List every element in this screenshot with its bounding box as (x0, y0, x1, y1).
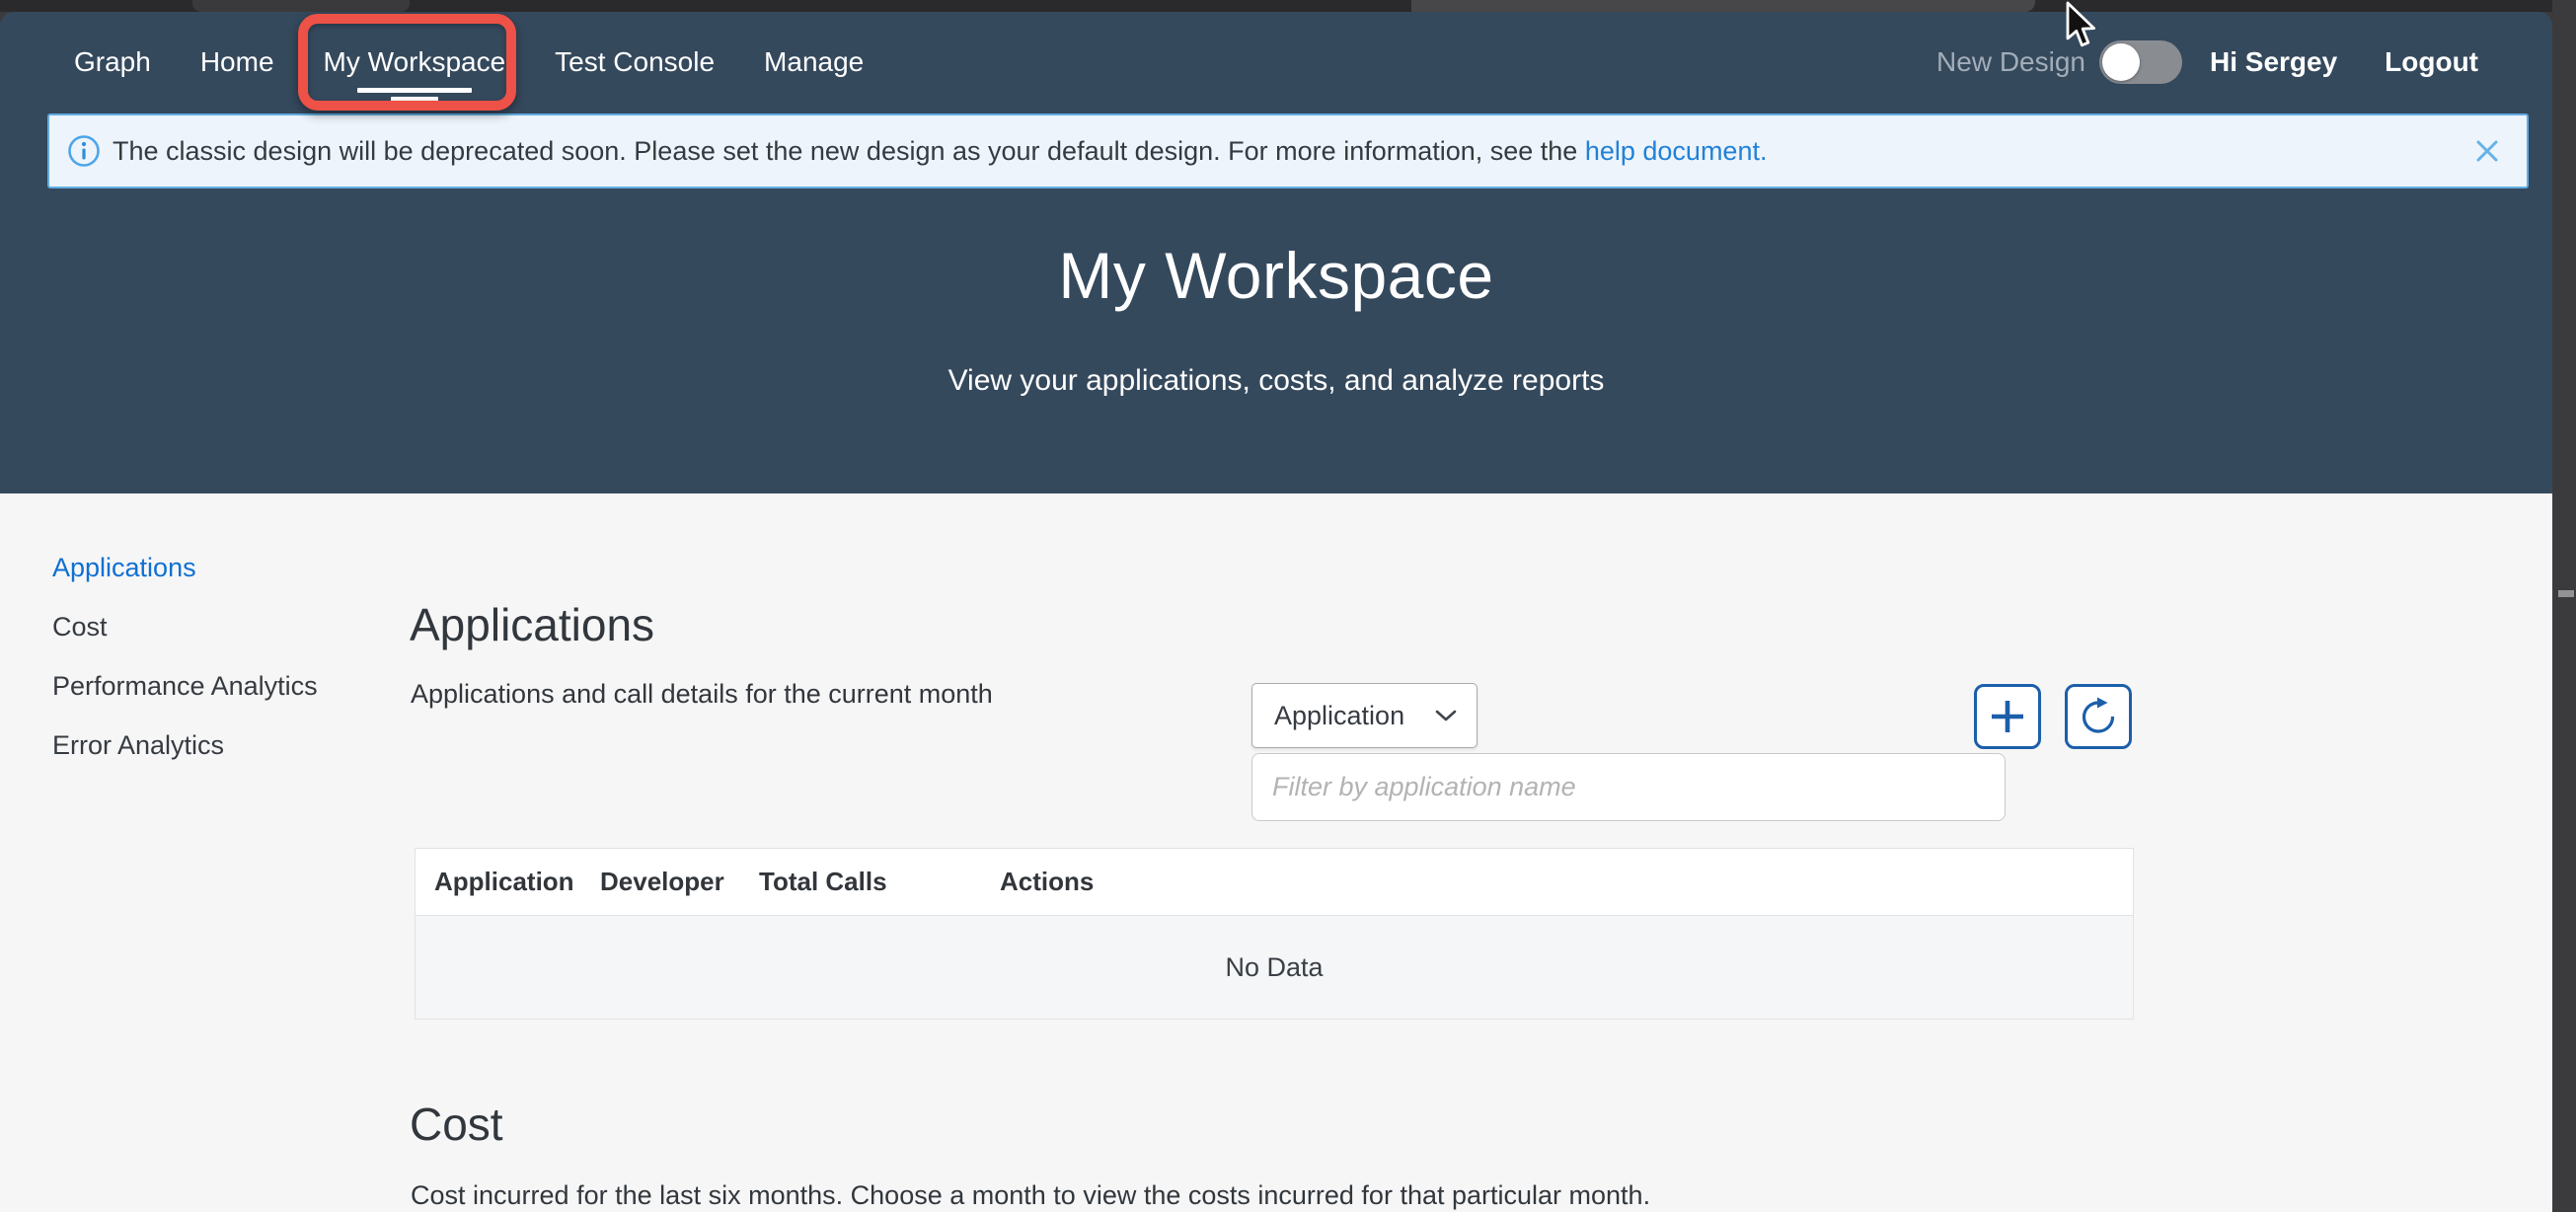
applications-table: Application Developer Total Calls Action… (415, 848, 2134, 1020)
table-empty-state: No Data (416, 916, 2133, 1019)
new-design-toggle[interactable] (2099, 40, 2182, 84)
table-header-row: Application Developer Total Calls Action… (416, 849, 2133, 916)
applications-section-heading: Applications (410, 598, 654, 651)
application-type-select[interactable]: Application (1251, 683, 1477, 748)
banner-message: The classic design will be deprecated so… (113, 136, 1585, 166)
column-header-application: Application (434, 867, 600, 897)
column-header-actions: Actions (1000, 867, 2133, 897)
column-header-developer: Developer (600, 867, 759, 897)
add-application-button[interactable] (1974, 684, 2041, 749)
cost-section-heading: Cost (410, 1098, 503, 1151)
refresh-icon (2078, 696, 2119, 737)
active-tab-indicator (357, 88, 472, 93)
page-title: My Workspace (0, 238, 2552, 313)
banner-close-button[interactable] (2473, 137, 2501, 165)
sidebar-item-applications[interactable]: Applications (52, 553, 318, 582)
sidebar-item-performance-analytics[interactable]: Performance Analytics (52, 671, 318, 701)
active-tab-indicator-short (391, 97, 438, 103)
nav-item-label: My Workspace (324, 46, 506, 77)
nav-item-test-console[interactable]: Test Console (555, 46, 715, 78)
logout-button[interactable]: Logout (2385, 46, 2478, 78)
cost-section-description: Cost incurred for the last six months. C… (411, 1180, 1650, 1211)
info-icon (67, 134, 101, 168)
refresh-button[interactable] (2065, 684, 2132, 749)
deprecation-banner: The classic design will be deprecated so… (47, 114, 2529, 189)
sidebar-item-cost[interactable]: Cost (52, 612, 318, 642)
application-filter-input[interactable] (1251, 753, 2006, 821)
banner-text: The classic design will be deprecated so… (113, 136, 1767, 167)
close-icon (2473, 137, 2501, 165)
plus-icon (1988, 697, 2027, 736)
column-header-total-calls: Total Calls (759, 867, 1000, 897)
nav-item-my-workspace[interactable]: My Workspace (324, 46, 506, 78)
chevron-down-icon (1433, 708, 1459, 723)
nav-item-manage[interactable]: Manage (764, 46, 864, 78)
browser-chrome-strip (0, 0, 2552, 12)
toggle-knob (2102, 43, 2140, 81)
nav-item-graph[interactable]: Graph (74, 46, 151, 78)
select-value: Application (1274, 701, 1404, 731)
page-header: Graph Home My Workspace Test Console Man… (0, 12, 2552, 493)
applications-section-description: Applications and call details for the cu… (411, 679, 993, 710)
user-greeting: Hi Sergey (2210, 46, 2337, 78)
page-subtitle: View your applications, costs, and analy… (0, 364, 2552, 398)
help-document-link[interactable]: help document. (1585, 136, 1768, 166)
browser-tab-shape (1411, 0, 2035, 12)
nav-right-group: New Design Hi Sergey Logout (1936, 40, 2478, 84)
nav-item-home[interactable]: Home (200, 46, 274, 78)
main-content: Applications Cost Performance Analytics … (0, 493, 2552, 1212)
scrollbar-thumb[interactable] (2558, 590, 2574, 597)
nav-menu: Graph Home My Workspace Test Console Man… (74, 46, 864, 78)
sidebar: Applications Cost Performance Analytics … (52, 553, 318, 790)
browser-tab-shape (192, 0, 410, 12)
screen: Graph Home My Workspace Test Console Man… (0, 0, 2576, 1212)
top-navbar: Graph Home My Workspace Test Console Man… (0, 12, 2552, 112)
sidebar-item-error-analytics[interactable]: Error Analytics (52, 730, 318, 760)
new-design-label: New Design (1936, 46, 2085, 78)
